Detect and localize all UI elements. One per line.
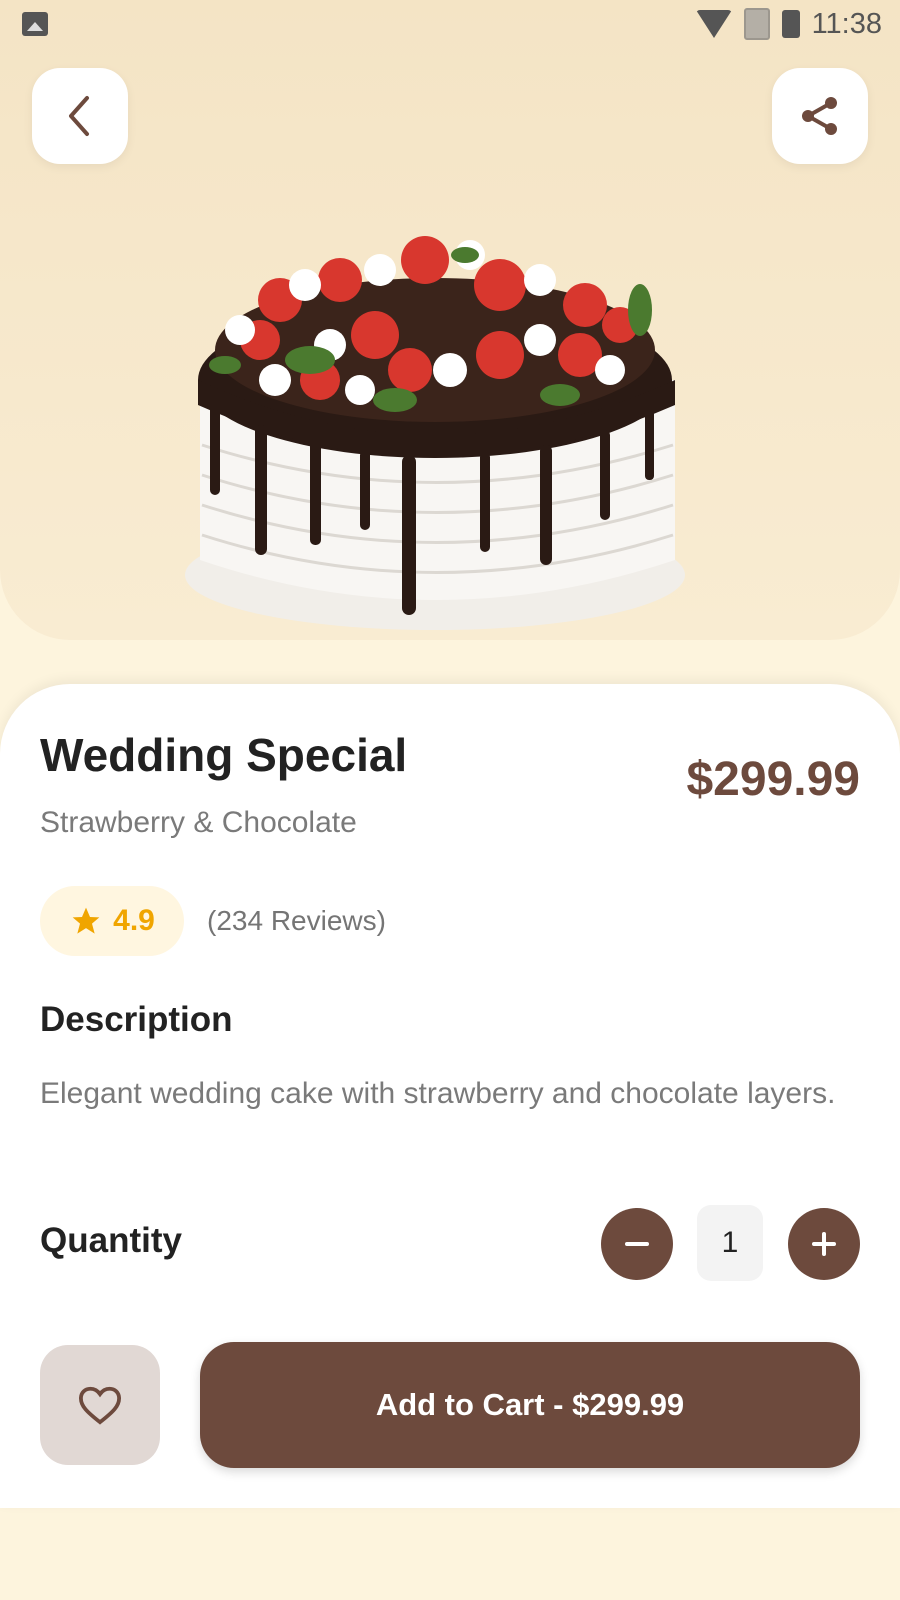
rating-badge: 4.9 — [40, 886, 184, 956]
heart-icon — [78, 1386, 122, 1425]
battery-icon — [781, 10, 800, 38]
review-count[interactable]: (234 Reviews) — [207, 905, 386, 937]
decrease-quantity-button[interactable] — [601, 1208, 673, 1280]
back-arrow-icon — [69, 96, 89, 136]
share-icon — [802, 97, 837, 135]
star-icon — [72, 907, 100, 934]
favorite-button[interactable] — [40, 1345, 160, 1465]
quantity-value: 1 — [697, 1205, 763, 1281]
back-button[interactable] — [32, 68, 128, 164]
hero-section: 11:38 — [0, 0, 900, 640]
product-price: $299.99 — [686, 753, 860, 806]
add-to-cart-button[interactable]: Add to Cart - $299.99 — [200, 1342, 860, 1468]
no-sim-icon — [743, 8, 770, 40]
increase-quantity-button[interactable] — [788, 1208, 860, 1280]
rating-value: 4.9 — [113, 904, 155, 937]
description-heading: Description — [40, 1000, 233, 1039]
wifi-icon — [695, 10, 732, 38]
gallery-notification-icon — [22, 12, 48, 36]
status-icons: 11:38 — [695, 7, 882, 40]
product-subtitle: Strawberry & Chocolate — [40, 806, 357, 839]
status-time: 11:38 — [811, 7, 882, 40]
cake-image — [185, 236, 685, 630]
description-text: Elegant wedding cake with strawberry and… — [40, 1077, 836, 1110]
share-button[interactable] — [772, 68, 868, 164]
minus-icon — [625, 1242, 649, 1246]
quantity-label: Quantity — [40, 1221, 182, 1260]
product-title: Wedding Special — [40, 729, 408, 781]
status-bar: 11:38 — [0, 0, 900, 48]
